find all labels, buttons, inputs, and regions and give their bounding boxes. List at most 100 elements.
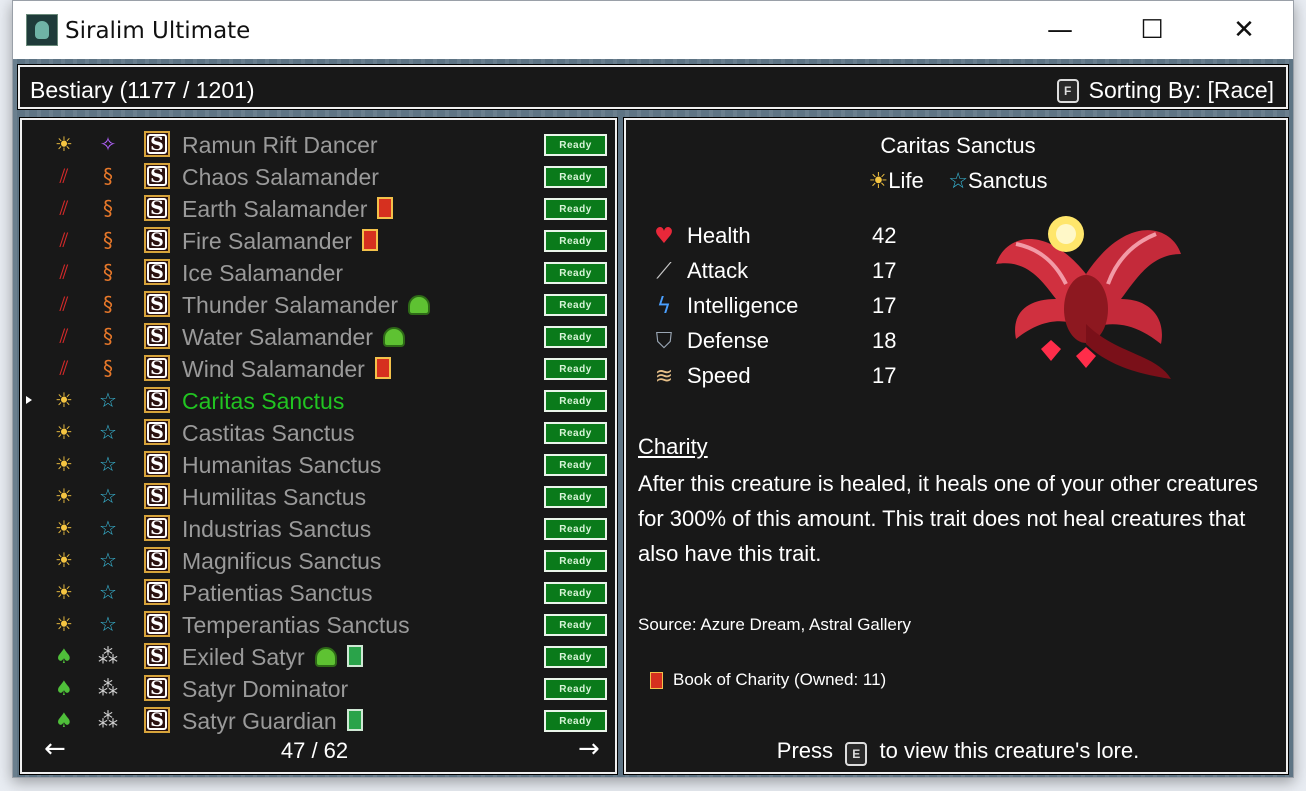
creature-row[interactable]: ♠ ⁂ S Exiled Satyr Ready — [22, 640, 612, 672]
creature-list: ☀ ✧ S Ramun Rift Dancer Ready ⫽ § S Chaos Salama… — [19, 117, 618, 775]
creature-row[interactable]: ⫽ § S Wind Salamander Ready — [22, 352, 612, 384]
stat-value: 42 — [872, 223, 897, 248]
creature-name-label: Thunder Salamander — [182, 292, 431, 319]
stat-intelligence: ϟ Intelligence 17 — [650, 290, 910, 322]
sword-icon: ⟋ — [656, 258, 672, 284]
class-icon: ☀ — [55, 548, 73, 572]
race-icon: ☆ — [99, 516, 117, 540]
selection-cursor-icon — [26, 396, 32, 404]
creature-row[interactable]: ☀ ☆ S Patientias Sanctus Ready — [22, 576, 612, 608]
race-icon: ✧ — [99, 132, 117, 156]
spell-gem-icon: S — [144, 419, 170, 445]
ready-badge: Ready — [544, 710, 607, 732]
creature-name-label: Chaos Salamander — [182, 164, 379, 190]
ready-badge: Ready — [544, 198, 607, 220]
creature-name-label: Exiled Satyr — [182, 644, 363, 671]
ready-badge: Ready — [544, 358, 607, 380]
spell-gem-icon: S — [144, 643, 170, 669]
race-icon: ☆ — [99, 484, 117, 508]
creature-row[interactable]: ⫽ § S Ice Salamander Ready — [22, 256, 612, 288]
race-icon: ☆ — [99, 548, 117, 572]
book-red-icon — [377, 197, 394, 219]
race-icon: ☆ — [99, 580, 117, 604]
creature-row[interactable]: ⫽ § S Earth Salamander Ready — [22, 192, 612, 224]
creature-name-label: Humilitas Sanctus — [182, 484, 367, 510]
stat-health: ♥ Health 42 — [650, 220, 910, 252]
creature-row[interactable]: ☀ ✧ S Ramun Rift Dancer Ready — [22, 128, 612, 160]
book-info: Book of Charity (Owned: 11) — [650, 670, 886, 690]
race-icon: ⁂ — [98, 644, 118, 668]
class-icon: ♠ — [55, 644, 73, 668]
class-icon: ⫽ — [59, 228, 69, 252]
title-bar[interactable]: Siralim Ultimate — ☐ ✕ — [13, 1, 1293, 59]
class-icon: ☀ — [55, 420, 73, 444]
class-icon: ☀ — [55, 484, 73, 508]
stat-value: 18 — [872, 328, 897, 353]
ready-badge: Ready — [544, 294, 607, 316]
creature-row[interactable]: ⫽ § S Water Salamander Ready — [22, 320, 612, 352]
creature-name-label: Industrias Sanctus — [182, 516, 372, 542]
creature-row[interactable]: ☀ ☆ S Caritas Sanctus Ready — [22, 384, 612, 416]
ready-badge: Ready — [544, 422, 607, 444]
book-icon — [650, 671, 663, 689]
creature-row[interactable]: ♠ ⁂ S Satyr Guardian Ready — [22, 704, 612, 736]
creature-name-label: Ramun Rift Dancer — [182, 132, 378, 158]
creature-row[interactable]: ☀ ☆ S Industrias Sanctus Ready — [22, 512, 612, 544]
spell-gem-icon: S — [144, 163, 170, 189]
race-icon: § — [103, 292, 113, 316]
creature-row[interactable]: ⫽ § S Chaos Salamander Ready — [22, 160, 612, 192]
creature-row[interactable]: ☀ ☆ S Temperantias Sanctus Ready — [22, 608, 612, 640]
app-window: Siralim Ultimate — ☐ ✕ Bestiary (1177 / … — [12, 0, 1294, 778]
stat-label: Intelligence — [687, 293, 799, 318]
keyboard-e-icon[interactable]: E — [845, 742, 868, 766]
minimize-button[interactable]: — — [1014, 1, 1106, 59]
stat-value: 17 — [872, 293, 897, 318]
spell-gem-icon: S — [144, 451, 170, 477]
creature-row[interactable]: ☀ ☆ S Castitas Sanctus Ready — [22, 416, 612, 448]
maximize-button[interactable]: ☐ — [1106, 1, 1198, 59]
creature-name-label: Temperantias Sanctus — [182, 612, 410, 638]
class-icon: ☀ — [55, 388, 73, 412]
class-icon: ⫽ — [59, 196, 69, 220]
creature-row[interactable]: ☀ ☆ S Humilitas Sanctus Ready — [22, 480, 612, 512]
close-button[interactable]: ✕ — [1198, 1, 1290, 59]
creature-sprite — [996, 216, 1181, 379]
class-icon: ⫽ — [59, 260, 69, 284]
race-icon: ☆ — [99, 452, 117, 476]
shield-icon: ⛉ — [655, 328, 673, 354]
book-red-icon — [374, 357, 391, 379]
creature-name-label: Magnificus Sanctus — [182, 548, 382, 574]
page-indicator: 47 / 62 — [280, 738, 349, 763]
next-page-arrow-icon[interactable]: → — [578, 734, 600, 764]
ready-badge: Ready — [544, 390, 607, 412]
slime-icon — [382, 327, 405, 347]
race-icon: § — [103, 356, 113, 380]
ready-badge: Ready — [544, 614, 607, 636]
heart-icon: ♥ — [654, 223, 674, 249]
class-icon: ⫽ — [59, 324, 69, 348]
ready-badge: Ready — [544, 550, 607, 572]
app-icon — [26, 14, 58, 46]
game-canvas: Bestiary (1177 / 1201) F Sorting By: [Ra… — [13, 59, 1293, 777]
spell-gem-icon: S — [144, 323, 170, 349]
spell-gem-icon: S — [144, 355, 170, 381]
creature-row[interactable]: ☀ ☆ S Magnificus Sanctus Ready — [22, 544, 612, 576]
spell-gem-icon: S — [144, 387, 170, 413]
spell-gem-icon: S — [144, 195, 170, 221]
ready-badge: Ready — [544, 262, 607, 284]
creature-source: Source: Azure Dream, Astral Gallery — [638, 615, 912, 634]
spell-gem-icon: S — [144, 579, 170, 605]
creature-name-label: Caritas Sanctus — [182, 388, 345, 414]
race-icon: § — [103, 196, 113, 220]
creature-row[interactable]: ☀ ☆ S Humanitas Sanctus Ready — [22, 448, 612, 480]
spell-gem-icon: S — [144, 227, 170, 253]
creature-name-label: Water Salamander — [182, 324, 405, 351]
stat-label: Defense — [687, 328, 769, 353]
sort-control[interactable]: F Sorting By: [Race] — [1056, 77, 1274, 104]
creature-row[interactable]: ⫽ § S Fire Salamander Ready — [22, 224, 612, 256]
creature-row[interactable]: ⫽ § S Thunder Salamander Ready — [22, 288, 612, 320]
life-class-icon: ☀ — [868, 168, 889, 193]
class-icon: ☀ — [55, 612, 73, 636]
creature-row[interactable]: ♠ ⁂ S Satyr Dominator Ready — [22, 672, 612, 704]
lore-text: to view this creature's lore. — [879, 738, 1140, 763]
